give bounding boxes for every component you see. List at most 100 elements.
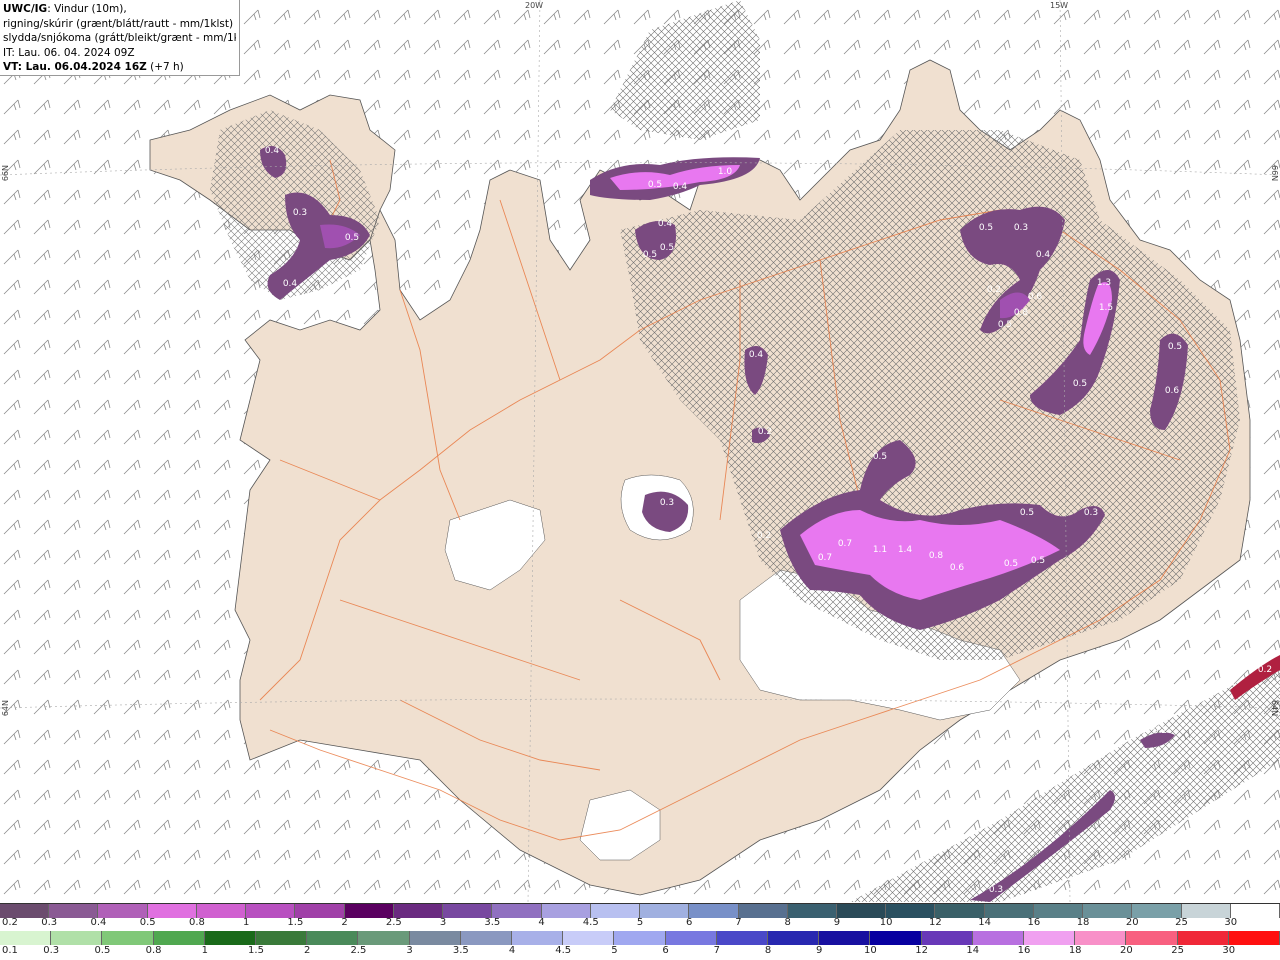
title-line-3: slydda/snjókoma (grátt/bleikt/grænt - mm… [3,32,236,44]
legend-swatch [204,931,257,945]
precip-label: 0.5 [873,452,887,462]
legend-swatch [409,931,461,945]
legend-swatch [738,904,788,918]
legend-label: 2 [304,945,311,956]
precip-label: 0.5 [998,320,1012,330]
title-line-2: rigning/skúrir (grænt/blátt/rautt - mm/1… [3,17,236,30]
legend-swatch [1083,904,1133,918]
lat-label-64n-left: 64N [1,700,10,717]
precip-label: 0.5 [1031,556,1045,566]
legend-swatch [819,931,871,945]
precip-label: 0.2 [758,427,772,437]
legend-label: 0.5 [139,917,156,928]
legend-label: 12 [915,945,928,956]
precip-label: 0.5 [660,243,674,253]
legend-swatch [1228,931,1280,945]
legend-swatch [49,904,99,918]
legend-snow-colorbar [0,903,1280,918]
legend-rain-labels: 0.1 0.3 0.5 0.8 1 1.5 2 2.5 3 3.5 4 4.5 5 6 7 8 9 10 12 14 1… [0,945,1280,959]
legend-label: 5 [611,945,618,956]
legend-swatch [1230,904,1280,918]
legend-label: 3.5 [452,945,469,956]
legend-swatch [0,931,52,945]
precip-label: 0.8 [929,551,944,561]
legend-swatch [689,904,739,918]
precip-label: 0.5 [643,250,657,260]
precip-label: 0.3 [293,208,307,218]
precip-label: 0.8 [1014,308,1029,318]
precip-label: 0.7 [838,539,852,549]
lon-label-15w: 15W [1050,1,1069,10]
precip-label: 1.5 [1099,303,1113,313]
legend-label: 20 [1125,917,1139,928]
legend-label: 6 [662,945,669,956]
precip-label: 0.2 [757,531,771,541]
legend-swatch [541,904,591,918]
legend-label: 4 [538,917,545,928]
precip-label: 0.5 [345,233,359,243]
legend-swatch [246,904,296,918]
precip-label: 1.1 [873,545,887,555]
lat-label-66n-right: 66N [1270,165,1279,182]
precip-label: 0.5 [1168,342,1182,352]
legend-swatch [590,904,641,918]
precip-label: 0.7 [818,553,832,563]
legend-label: 3.5 [484,917,501,928]
weather-map: 0.4 0.3 0.5 0.4 0.5 0.4 1.0 0.4 0.5 0.5 … [0,0,1280,902]
legend-label: 0.3 [41,917,58,928]
legend-swatch [1132,904,1182,918]
precip-label: 0.6 [950,563,965,573]
legend-swatch [307,931,359,945]
precip-label: 0.4 [265,146,280,156]
legend-label: 2.5 [350,945,367,956]
legend-label: 0.8 [145,945,162,956]
precip-label: 0.5 [648,180,662,190]
legend-swatch [1177,931,1229,945]
legend-swatch [512,931,564,945]
legend-label: 10 [864,945,877,956]
precip-label: 0.2 [1258,665,1272,675]
precip-label: 0.6 [1028,292,1043,302]
legend-label: 6 [686,917,693,928]
legend-swatch [563,931,615,945]
legend-swatch [984,904,1034,918]
legend-label: 0.5 [94,945,111,956]
legend-swatch [1033,904,1084,918]
legend-label: 7 [735,917,742,928]
legend-label: 16 [1017,945,1031,956]
legend-swatch [443,904,493,918]
legend-swatch [716,931,769,945]
valid-time: VT: Lau. 06.04.2024 16Z [3,61,147,73]
precip-label: 0.2 [987,285,1001,295]
lat-label-66n-left: 66N [1,165,10,182]
legend-label: 9 [816,945,823,956]
lon-label-20w: 20W [525,1,544,10]
title-rest: : Vindur (10m), [47,3,127,15]
legend-label: 0.3 [43,945,60,956]
legend-swatch [460,931,513,945]
precip-label: 1.3 [1097,278,1111,288]
legend-label: 0.2 [2,917,18,928]
legend-swatch [393,904,444,918]
legend-swatch [102,931,154,945]
legend-label: 8 [764,945,772,956]
precip-label: 0.5 [1073,379,1087,389]
legend-label: 25 [1175,917,1188,928]
legend-label: 8 [784,917,791,928]
legend-swatch [1024,931,1076,945]
legend-swatch [295,904,345,918]
legend-label: 7 [713,945,720,956]
legend-swatch [836,904,887,918]
precip-label: 1.0 [718,167,733,177]
legend-swatch [1181,904,1231,918]
model-name: UWC/IG [3,3,48,15]
legend-label: 1 [201,945,208,956]
precip-label: 0.2 [1153,726,1167,736]
legend-label: 9 [833,917,841,928]
precip-label: 0.5 [1020,508,1034,518]
legend-swatch [344,904,394,918]
legend-swatch [1126,931,1178,945]
legend-label: 4 [508,945,516,956]
legend-label: 10 [879,917,893,928]
legend-label: 2.5 [385,917,402,928]
